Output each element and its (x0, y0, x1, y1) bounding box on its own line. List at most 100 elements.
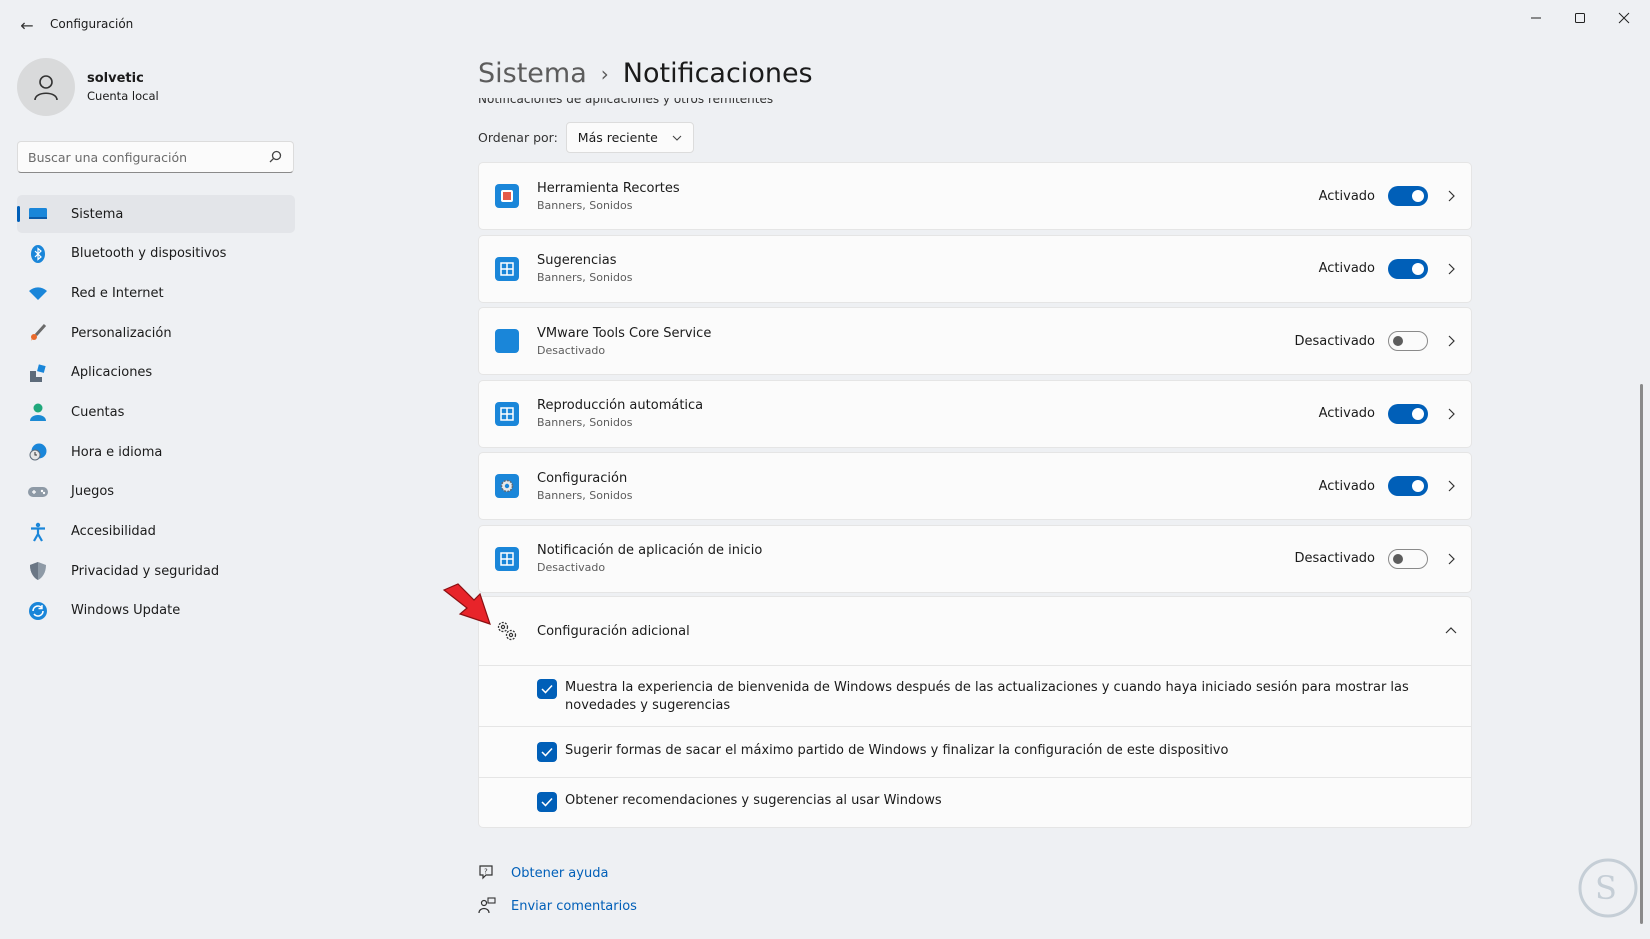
app-grid-icon (495, 546, 519, 571)
app-row-vmware[interactable]: VMware Tools Core Service Desactivado De… (478, 307, 1472, 376)
svg-text:S: S (1595, 869, 1617, 907)
maximize-icon (1575, 13, 1585, 23)
chevron-right-icon (1448, 263, 1455, 275)
app-subtitle: Banners, Sonidos (537, 198, 633, 212)
sidebar-item-red[interactable]: Red e Internet (17, 274, 295, 312)
back-button[interactable]: ← (12, 12, 42, 38)
sidebar-item-windows-update[interactable]: Windows Update (17, 592, 295, 630)
sidebar-item-bluetooth[interactable]: Bluetooth y dispositivos (17, 235, 295, 273)
sidebar-item-aplicaciones[interactable]: Aplicaciones (17, 354, 295, 392)
app-subtitle: Banners, Sonidos (537, 488, 633, 502)
feedback-link-row[interactable]: Enviar comentarios (478, 895, 637, 917)
sidebar-item-label: Privacidad y seguridad (71, 563, 220, 579)
checkbox-checked[interactable] (537, 742, 557, 762)
sidebar-item-sistema[interactable]: Sistema (17, 195, 295, 233)
app-name: Herramienta Recortes (537, 180, 680, 196)
svg-text:?: ? (484, 868, 488, 876)
breadcrumb: Sistema › Notificaciones (478, 58, 813, 89)
sidebar-item-label: Bluetooth y dispositivos (71, 246, 227, 262)
option-row[interactable]: Muestra la experiencia de bienvenida de … (479, 666, 1471, 727)
chevron-down-icon (672, 135, 682, 141)
app-row-reproduccion-automatica[interactable]: Reproducción automática Banners, Sonidos… (478, 379, 1472, 448)
sidebar-item-accesibilidad[interactable]: Accesibilidad (17, 513, 295, 551)
chevron-right-icon (1448, 408, 1455, 420)
sidebar-item-personalizacion[interactable]: Personalización (17, 314, 295, 352)
close-button[interactable] (1602, 4, 1646, 32)
user-profile[interactable]: solvetic Cuenta local (17, 58, 159, 116)
scrollbar[interactable] (1640, 384, 1643, 924)
sidebar-item-cuentas[interactable]: Cuentas (17, 393, 295, 431)
toggle-state-label: Desactivado (1294, 551, 1375, 567)
snipping-tool-icon (495, 184, 519, 208)
maximize-button[interactable] (1558, 4, 1602, 32)
option-label: Muestra la experiencia de bienvenida de … (565, 680, 1409, 713)
sort-value: Más reciente (577, 130, 658, 145)
notification-toggle[interactable] (1388, 186, 1428, 206)
brush-icon (27, 322, 49, 344)
search-placeholder: Buscar una configuración (28, 149, 188, 165)
app-name: Sugerencias (537, 253, 617, 269)
app-row-notificacion-inicio[interactable]: Notificación de aplicación de inicio Des… (478, 524, 1472, 593)
checkbox-checked[interactable] (537, 679, 557, 699)
logo-watermark-icon: S (1578, 858, 1638, 918)
notification-toggle[interactable] (1388, 548, 1428, 569)
sidebar-item-label: Aplicaciones (71, 365, 153, 381)
toggle-state-label: Activado (1318, 478, 1375, 494)
sidebar-item-label: Sistema (71, 206, 124, 222)
sidebar-item-juegos[interactable]: Juegos (17, 473, 295, 511)
toggle-state-label: Activado (1318, 406, 1375, 422)
feedback-icon (478, 897, 496, 914)
additional-settings-header[interactable]: Configuración adicional (479, 597, 1471, 666)
notification-toggle[interactable] (1388, 258, 1428, 279)
notification-toggle[interactable] (1388, 331, 1428, 352)
user-icon (34, 75, 58, 101)
checkbox-checked[interactable] (537, 792, 557, 812)
checkmark-icon (541, 684, 553, 694)
sidebar-item-label: Cuentas (71, 404, 125, 420)
app-notification-list: Herramienta Recortes Banners, Sonidos Ac… (478, 162, 1472, 598)
option-label: Sugerir formas de sacar el máximo partid… (565, 743, 1229, 758)
sidebar-item-label: Red e Internet (71, 285, 164, 301)
toggle-state-label: Activado (1318, 261, 1375, 277)
chevron-right-icon (1448, 190, 1455, 202)
sidebar-item-label: Personalización (71, 325, 172, 341)
app-row-sugerencias[interactable]: Sugerencias Banners, Sonidos Activado (478, 234, 1472, 303)
help-link[interactable]: Obtener ayuda (511, 866, 608, 881)
footer-links: ? Obtener ayuda Enviar comentarios (478, 862, 637, 928)
search-icon (269, 150, 282, 163)
settings-window: ← Configuración solvetic Cuenta local Bu… (0, 0, 1650, 939)
sidebar-item-hora[interactable]: Hora e idioma (17, 433, 295, 471)
title-bar: ← Configuración (0, 0, 1650, 50)
breadcrumb-parent[interactable]: Sistema (478, 58, 587, 89)
app-subtitle: Banners, Sonidos (537, 271, 633, 285)
app-name: Configuración (537, 470, 628, 486)
notification-toggle[interactable] (1388, 476, 1428, 497)
app-grid-icon (495, 256, 519, 281)
settings-gear-icon (495, 474, 519, 499)
minimize-icon (1531, 17, 1541, 19)
vmware-icon (495, 329, 519, 354)
back-arrow-icon: ← (20, 15, 34, 35)
sidebar-item-privacidad[interactable]: Privacidad y seguridad (17, 552, 295, 590)
option-row[interactable]: Sugerir formas de sacar el máximo partid… (479, 727, 1471, 778)
notification-toggle[interactable] (1388, 403, 1428, 424)
app-row-configuracion[interactable]: Configuración Banners, Sonidos Activado (478, 452, 1472, 521)
sidebar-item-label: Windows Update (71, 603, 181, 619)
option-row[interactable]: Obtener recomendaciones y sugerencias al… (479, 778, 1471, 827)
sort-dropdown[interactable]: Más reciente (565, 122, 694, 153)
minimize-button[interactable] (1514, 4, 1558, 32)
chevron-up-icon[interactable] (1445, 625, 1457, 637)
app-subtitle: Desactivado (537, 561, 606, 575)
search-input[interactable]: Buscar una configuración (17, 141, 294, 173)
window-title: Configuración (50, 17, 134, 31)
help-link-row[interactable]: ? Obtener ayuda (478, 862, 637, 884)
page-title: Notificaciones (622, 58, 813, 89)
section-heading: Notificaciones de aplicaciones y otros r… (478, 98, 774, 106)
app-row-herramienta-recortes[interactable]: Herramienta Recortes Banners, Sonidos Ac… (478, 162, 1472, 230)
time-language-icon (27, 441, 49, 463)
sidebar-item-label: Juegos (71, 484, 115, 500)
sort-row: Ordenar por: Más reciente (478, 122, 694, 153)
feedback-link[interactable]: Enviar comentarios (511, 899, 637, 914)
checkmark-icon (541, 797, 553, 807)
chevron-right-icon (1448, 335, 1455, 347)
